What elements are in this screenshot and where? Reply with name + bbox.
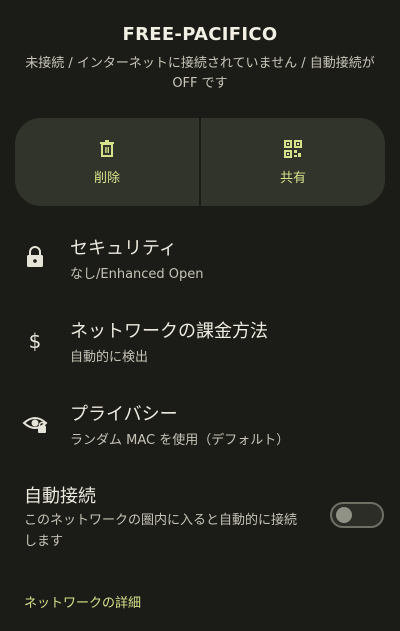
lock-icon — [22, 244, 48, 270]
privacy-row[interactable]: プライバシー ランダム MAC を使用（デフォルト） — [0, 394, 400, 458]
action-bar: 削除 共有 — [15, 118, 385, 206]
metering-title: ネットワークの課金方法 — [70, 321, 268, 342]
qr-code-icon — [283, 139, 303, 159]
privacy-title: プライバシー — [70, 404, 178, 425]
auto-connect-title: 自動接続 — [24, 486, 96, 507]
network-details-link[interactable]: ネットワークの詳細 — [24, 592, 141, 611]
network-name-title: FREE-PACIFICO — [122, 24, 278, 45]
auto-connect-subtitle: このネットワークの圏内に入ると自動的に接続します — [24, 513, 298, 549]
svg-text:$: $ — [29, 329, 42, 353]
delete-label: 削除 — [93, 170, 120, 186]
connection-status-text: 未接続 / インターネットに接続されていません / 自動接続が OFF です — [25, 56, 375, 91]
toggle-knob — [336, 507, 352, 523]
trash-icon — [97, 139, 117, 159]
dollar-icon: $ — [22, 327, 48, 353]
eye-lock-icon — [22, 410, 48, 436]
share-button[interactable]: 共有 — [199, 118, 385, 206]
security-subtitle: なし/Enhanced Open — [70, 267, 204, 282]
privacy-subtitle: ランダム MAC を使用（デフォルト） — [70, 433, 290, 448]
security-row[interactable]: セキュリティ なし/Enhanced Open — [0, 228, 400, 292]
security-title: セキュリティ — [70, 238, 177, 259]
auto-connect-toggle[interactable] — [330, 502, 384, 528]
metering-row[interactable]: $ ネットワークの課金方法 自動的に検出 — [0, 311, 400, 375]
delete-button[interactable]: 削除 — [15, 118, 199, 206]
metering-subtitle: 自動的に検出 — [70, 350, 149, 365]
share-label: 共有 — [279, 170, 306, 186]
